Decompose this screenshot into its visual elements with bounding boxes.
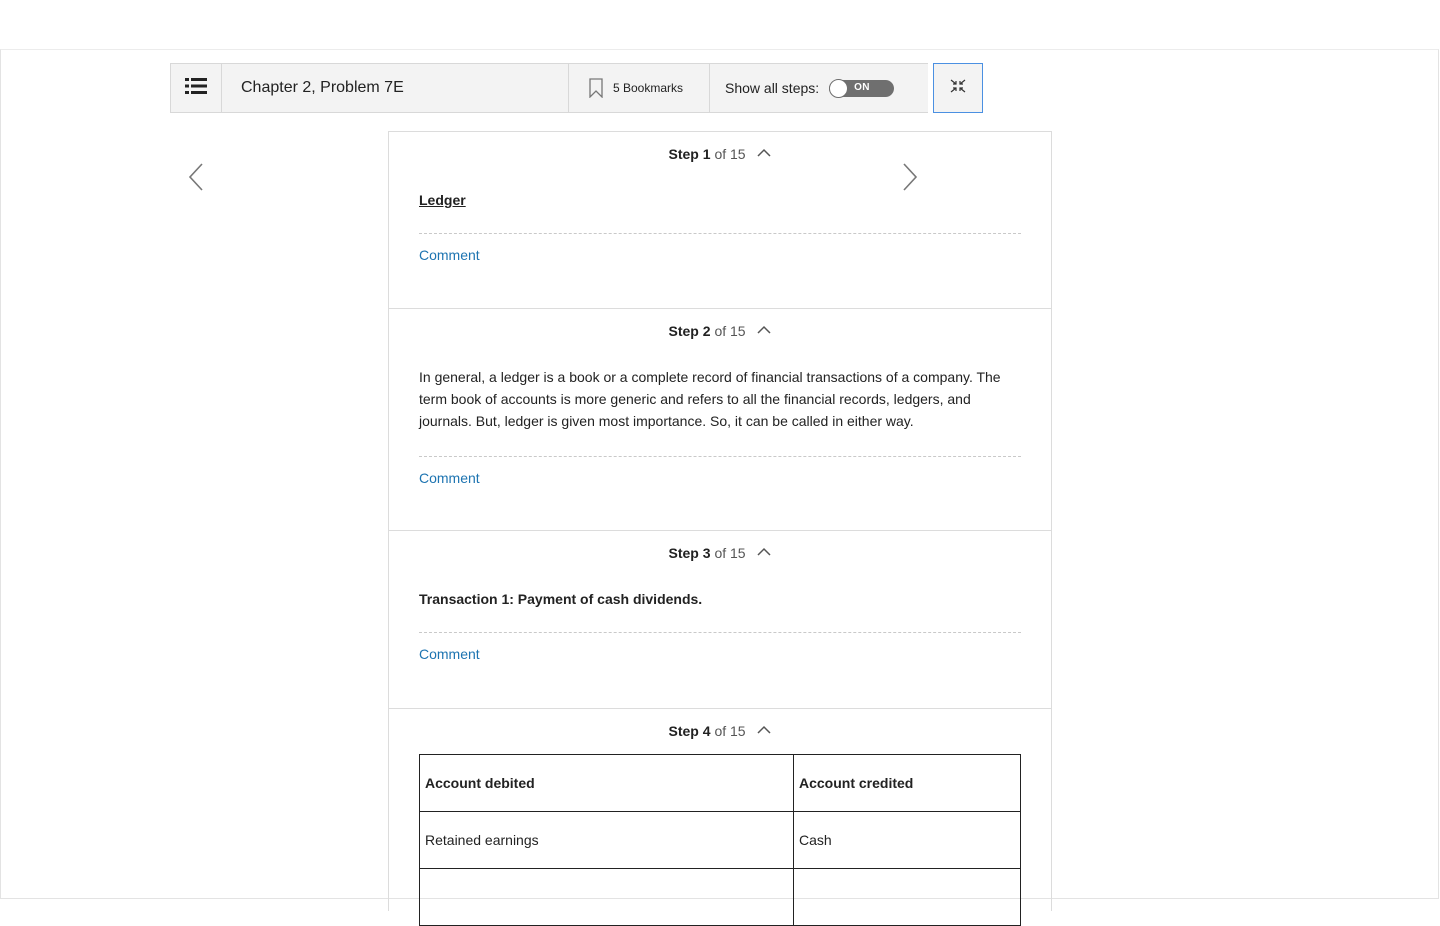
divider [419, 233, 1021, 234]
chevron-up-icon[interactable] [757, 144, 771, 160]
step-header[interactable]: Step 3 of 15 [419, 531, 1021, 567]
step-total: of 15 [714, 545, 746, 561]
table-row [419, 868, 1021, 926]
comment-link[interactable]: Comment [419, 646, 480, 662]
step-word: Step [668, 545, 699, 561]
column-header: Account credited [793, 754, 1021, 812]
step-header[interactable]: Step 4 of 15 [419, 709, 1021, 745]
comment-link[interactable]: Comment [419, 247, 480, 263]
step-word: Step [668, 723, 699, 739]
chevron-left-icon [188, 162, 204, 197]
step-number: 2 [702, 323, 711, 339]
chevron-up-icon[interactable] [757, 543, 771, 559]
table-cell [793, 868, 1021, 926]
chevron-up-icon[interactable] [757, 721, 771, 737]
chevron-up-icon[interactable] [757, 321, 771, 337]
column-header: Account debited [419, 754, 794, 812]
bookmark-icon [589, 78, 603, 98]
table-cell: Cash [793, 811, 1021, 869]
list-icon [185, 77, 207, 100]
step-header[interactable]: Step 1 of 15 [419, 132, 1021, 168]
step-word: Step [668, 146, 699, 162]
toggle-knob [829, 78, 849, 98]
comment-link[interactable]: Comment [419, 470, 480, 486]
step-heading: Ledger [419, 192, 466, 208]
step-3: Step 3 of 15 Transaction 1: Payment of c… [389, 531, 1051, 709]
solution-steps: Step 1 of 15 Ledger Comment Step 2 of 15… [388, 131, 1052, 926]
step-2: Step 2 of 15 In general, a ledger is a b… [389, 309, 1051, 531]
step-number: 3 [702, 545, 711, 561]
step-text: In general, a ledger is a book or a comp… [419, 369, 1001, 429]
problem-title: Chapter 2, Problem 7E [222, 63, 569, 113]
step-total: of 15 [714, 146, 746, 162]
table-row: Retained earnings Cash [419, 811, 1021, 869]
step-text: Transaction 1: Payment of cash dividends… [419, 591, 703, 607]
previous-step-button[interactable] [181, 160, 211, 198]
step-total: of 15 [714, 323, 746, 339]
table-cell [419, 868, 794, 926]
collapse-icon [950, 78, 966, 99]
table-header-row: Account debited Account credited [419, 754, 1021, 812]
divider [419, 632, 1021, 633]
bookmarks-button[interactable]: 5 Bookmarks [569, 63, 710, 113]
step-body: Ledger [419, 189, 1021, 233]
step-1: Step 1 of 15 Ledger Comment [389, 132, 1051, 309]
show-all-steps-toggle[interactable]: ON [829, 78, 895, 98]
solution-toolbar: Chapter 2, Problem 7E 5 Bookmarks Show a… [170, 63, 983, 113]
collapse-button[interactable] [933, 63, 983, 113]
menu-button[interactable] [170, 63, 222, 113]
step-number: 1 [702, 146, 711, 162]
step-total: of 15 [714, 723, 746, 739]
account-table: Account debited Account credited Retaine… [419, 754, 1021, 926]
show-all-steps-control: Show all steps: ON [710, 63, 928, 113]
divider [419, 456, 1021, 457]
table-cell: Retained earnings [419, 811, 794, 869]
step-number: 4 [702, 723, 711, 739]
step-header[interactable]: Step 2 of 15 [419, 309, 1021, 345]
bookmarks-label: 5 Bookmarks [613, 81, 684, 95]
step-4: Step 4 of 15 Account debited Account cre… [389, 709, 1051, 926]
step-word: Step [668, 323, 699, 339]
toggle-state-label: ON [854, 81, 870, 93]
show-all-steps-label: Show all steps: [725, 80, 820, 96]
